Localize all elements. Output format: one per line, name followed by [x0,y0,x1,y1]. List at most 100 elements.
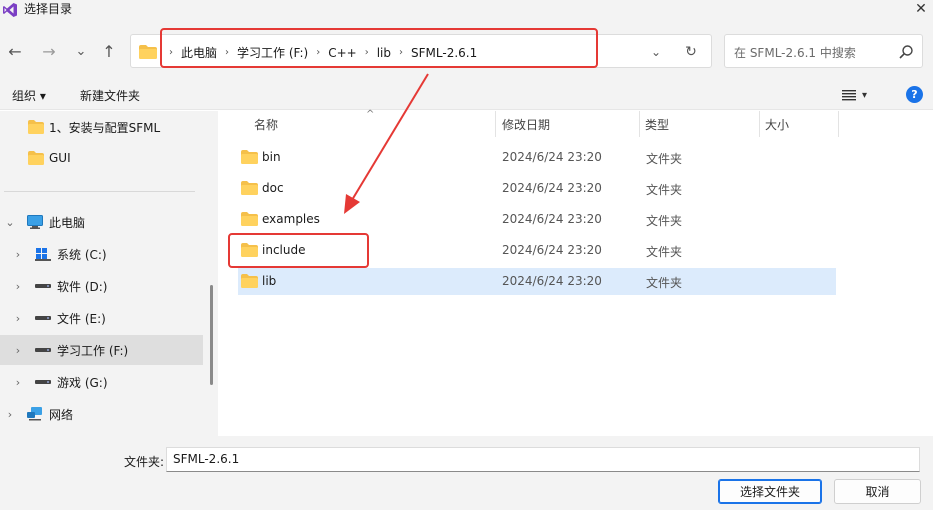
folder-icon [28,120,44,134]
search-box[interactable]: 在 SFML-2.6.1 中搜索 [724,34,923,68]
column-divider[interactable] [639,111,640,137]
column-label: 名称 [254,117,279,132]
drive-icon [35,380,51,384]
sidebar-item-drive-g[interactable]: › 游戏 (G:) [0,367,203,397]
close-button[interactable]: ✕ [909,0,933,18]
table-row[interactable]: doc 2024/6/24 23:20 文件夹 [238,175,836,202]
close-icon: ✕ [915,1,927,17]
file-date: 2024/6/24 23:20 [502,274,602,288]
sidebar-scrollbar[interactable] [210,285,213,385]
column-divider[interactable] [495,111,496,137]
sidebar-item-network[interactable]: › 网络 [0,399,203,429]
sidebar-item-label: 学习工作 (F:) [57,343,129,358]
cancel-button[interactable]: 取消 [834,479,921,504]
list-view-icon [842,90,856,101]
file-type: 文件夹 [646,245,683,259]
sidebar-item-sfml-folder[interactable]: 1、安装与配置SFML [0,112,203,142]
drive-icon [35,348,51,352]
search-icon [899,45,913,59]
sidebar-item-drive-c[interactable]: › 系统 (C:) [0,239,203,269]
visual-studio-icon [3,3,17,17]
folder-icon [28,151,44,165]
arrow-up-icon: ↑ [102,41,116,61]
chevron-right-icon[interactable]: › [12,312,24,325]
caret-down-icon: ▾ [862,89,868,101]
table-row[interactable]: bin 2024/6/24 23:20 文件夹 [238,144,836,171]
column-header-date[interactable]: 修改日期 [502,111,550,137]
sidebar-item-this-pc[interactable]: ⌄ 此电脑 [0,207,203,237]
column-header-size[interactable]: 大小 [765,111,789,137]
chevron-right-icon[interactable]: › [12,248,24,261]
help-button[interactable]: ? [906,86,923,103]
chevron-down-icon: ⌄ [75,43,87,59]
dialog-footer: 文件夹: SFML-2.6.1 选择文件夹 取消 [0,436,933,510]
file-name: bin [262,150,281,164]
title-bar: 选择目录 ✕ [0,0,933,22]
organize-menu[interactable]: 组织 ▾ [12,87,46,104]
command-bar: 组织 ▾ 新建文件夹 ▾ ? [0,80,933,110]
network-icon [27,407,42,421]
chevron-right-icon[interactable]: › [12,280,24,293]
folder-icon [241,181,258,195]
back-button[interactable]: ← [4,40,26,62]
sidebar-item-label: 文件 (E:) [57,311,106,326]
select-folder-button[interactable]: 选择文件夹 [718,479,822,504]
column-label: 修改日期 [502,117,551,132]
column-divider[interactable] [759,111,760,137]
file-type: 文件夹 [646,276,683,290]
window-title: 选择目录 [24,2,73,16]
address-history-button[interactable]: ⌄ [647,43,665,61]
file-date: 2024/6/24 23:20 [502,150,602,164]
file-name: doc [262,181,284,195]
sidebar-item-label: 游戏 (G:) [57,375,108,390]
chevron-down-icon[interactable]: ⌄ [4,216,16,229]
folder-name-input[interactable]: SFML-2.6.1 [166,447,920,472]
sidebar-item-drive-f[interactable]: › 学习工作 (F:) [0,335,203,365]
sidebar-item-label: 网络 [49,407,74,422]
chevron-right-icon[interactable]: › [4,408,16,421]
folder-field-label: 文件夹: [124,455,165,469]
table-row[interactable]: lib 2024/6/24 23:20 文件夹 [238,268,836,295]
table-row[interactable]: examples 2024/6/24 23:20 文件夹 [238,206,836,233]
arrow-left-icon: ← [8,41,22,61]
sidebar-item-label: 此电脑 [49,215,86,230]
column-divider[interactable] [838,111,839,137]
drive-icon [35,316,51,320]
forward-button[interactable]: → [38,40,60,62]
up-button[interactable]: ↑ [98,40,120,62]
help-icon: ? [911,88,918,101]
include-highlight-box [228,233,369,268]
sidebar-item-gui[interactable]: GUI [0,143,203,173]
file-name: examples [262,212,320,226]
navigation-pane: 1、安装与配置SFML GUI ⌄ 此电脑 › 系统 (C:) › 软件 (D:… [0,111,218,436]
view-options-button[interactable]: ▾ [842,85,882,105]
chevron-down-icon: ⌄ [650,45,662,59]
new-folder-button[interactable]: 新建文件夹 [80,87,140,104]
sidebar-divider [4,191,195,192]
file-name: lib [262,274,277,288]
file-type: 文件夹 [646,152,683,166]
refresh-button[interactable]: ↻ [681,43,701,61]
sidebar-item-drive-e[interactable]: › 文件 (E:) [0,303,203,333]
file-type: 文件夹 [646,183,683,197]
file-date: 2024/6/24 23:20 [502,243,602,257]
arrow-right-icon: → [42,41,56,61]
folder-icon [139,45,157,59]
folder-icon [241,212,258,226]
recent-locations-button[interactable]: ⌄ [70,40,92,62]
sidebar-item-drive-d[interactable]: › 软件 (D:) [0,271,203,301]
file-date: 2024/6/24 23:20 [502,212,602,226]
search-placeholder: 在 SFML-2.6.1 中搜索 [734,46,856,60]
sidebar-item-label: 软件 (D:) [57,279,108,294]
file-list: ^ 名称 修改日期 类型 大小 bin 2024/6/24 23:20 文件夹 … [218,109,933,436]
file-type: 文件夹 [646,214,683,228]
column-header-type[interactable]: 类型 [645,111,669,137]
chevron-right-icon[interactable]: › [12,376,24,389]
chevron-right-icon[interactable]: › [12,344,24,357]
folder-icon [241,274,258,288]
sidebar-item-label: GUI [49,151,71,165]
column-header-name[interactable]: 名称 [254,111,278,137]
sidebar-item-label: 1、安装与配置SFML [49,120,161,135]
folder-icon [241,150,258,164]
windows-drive-icon [35,248,51,261]
